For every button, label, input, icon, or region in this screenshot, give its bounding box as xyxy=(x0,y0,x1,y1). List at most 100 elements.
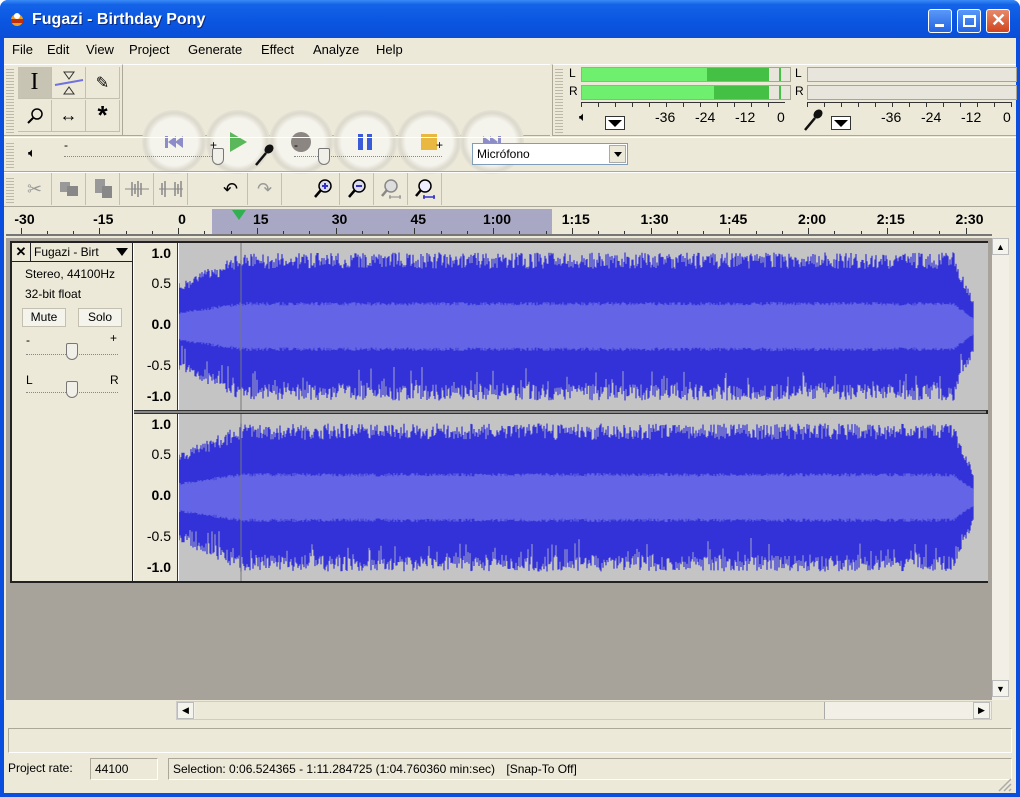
record-meter-menu-button[interactable] xyxy=(831,116,851,130)
ruler-tick xyxy=(624,231,626,234)
input-volume-slider[interactable] xyxy=(294,150,442,157)
track-name-menu[interactable]: Fugazi - Birt xyxy=(31,243,132,262)
playback-meter-right-rms xyxy=(582,86,714,99)
toolbar-grip[interactable] xyxy=(6,141,14,169)
copy-icon xyxy=(59,182,78,196)
trim-button[interactable] xyxy=(120,173,154,205)
scroll-down-button[interactable]: ▼ xyxy=(992,680,1009,697)
vscale-label: 0.0 xyxy=(151,487,171,503)
menu-analyze[interactable]: Analyze xyxy=(313,42,359,57)
timeline-ruler[interactable]: -30 -15 0 15 30 45 1:00 1:15 1:30 1:45 2:00 2:15 2:3… xyxy=(6,209,992,236)
undo-button[interactable]: ↶ xyxy=(214,173,248,205)
ruler-tick xyxy=(913,231,914,234)
chevron-down-icon xyxy=(613,151,622,157)
ruler-tick xyxy=(256,228,258,234)
track-panel: ✕ Fugazi - Birt Stereo, 44100Hz 32-bit f… xyxy=(6,238,992,700)
playback-scale-12: -12 xyxy=(735,109,756,125)
output-volume-thumb[interactable] xyxy=(212,148,224,165)
input-source-select[interactable]: Micrófono xyxy=(472,143,628,165)
menu-file[interactable]: File xyxy=(12,42,33,57)
selection-tool-button[interactable]: I xyxy=(18,67,52,99)
mute-button[interactable]: Mute xyxy=(22,308,66,327)
speaker-icon: 🔈︎ xyxy=(579,109,587,124)
selection-status: Selection: 0:06.524365 - 1:11.284725 (1:… xyxy=(168,758,1012,780)
minimize-button[interactable] xyxy=(928,9,952,33)
close-button[interactable]: ✕ xyxy=(986,9,1010,33)
left-channel-waveform[interactable] xyxy=(179,243,988,410)
solo-button[interactable]: Solo xyxy=(78,308,122,327)
ruler-tick xyxy=(204,231,206,234)
horizontal-scrollbar[interactable]: ◀ ▶ xyxy=(176,701,992,720)
gain-slider-thumb[interactable] xyxy=(66,343,78,360)
resize-grip-icon[interactable] xyxy=(994,774,1012,792)
copy-button[interactable] xyxy=(52,173,86,205)
close-icon: ✕ xyxy=(991,10,1007,30)
toolbar-grip[interactable] xyxy=(6,67,14,133)
multi-tool-button[interactable]: * xyxy=(86,100,120,132)
ruler-tick xyxy=(493,228,494,234)
record-scale-0: 0 xyxy=(1003,109,1011,125)
menu-help[interactable]: Help xyxy=(376,42,403,57)
track-format: Stereo, 44100Hz xyxy=(25,267,116,281)
record-meter-left[interactable] xyxy=(807,67,1017,82)
menu-view[interactable]: View xyxy=(86,42,114,57)
audacity-window: Fugazi - Birthday Pony ✕ File Edit View … xyxy=(0,0,1020,797)
record-meter-right[interactable] xyxy=(807,85,1017,100)
menu-generate[interactable]: Generate xyxy=(188,42,242,57)
toolbar-grip[interactable] xyxy=(6,176,14,204)
pan-left-label: L xyxy=(26,373,33,387)
horizontal-scroll-thumb[interactable] xyxy=(195,702,825,719)
vscale-label: -0.5 xyxy=(146,528,171,544)
menu-effect[interactable]: Effect xyxy=(261,42,294,57)
audio-track: ✕ Fugazi - Birt Stereo, 44100Hz 32-bit f… xyxy=(10,241,988,583)
ruler-label: 1:15 xyxy=(561,211,590,227)
arrow-left-icon: ◀ xyxy=(182,705,189,715)
waveform-rms xyxy=(179,472,974,523)
input-source-dropdown-button[interactable] xyxy=(609,145,626,163)
record-meter-label-l: L xyxy=(795,66,802,80)
redo-button[interactable]: ↷ xyxy=(248,173,282,205)
output-volume-slider[interactable] xyxy=(64,150,218,157)
ruler-tick xyxy=(545,231,547,234)
project-rate-field[interactable]: 44100 xyxy=(90,758,158,780)
draw-tool-button[interactable]: ✎ xyxy=(86,67,120,99)
maximize-button[interactable] xyxy=(957,9,981,33)
playback-meter-right[interactable] xyxy=(581,85,791,100)
menu-project[interactable]: Project xyxy=(129,42,169,57)
paste-icon xyxy=(94,179,112,198)
playback-meter-menu-button[interactable] xyxy=(605,116,625,130)
ruler-tick xyxy=(151,231,153,234)
zoom-tool-button[interactable] xyxy=(18,100,52,132)
ruler-tick xyxy=(230,231,232,234)
pan-slider-thumb[interactable] xyxy=(66,381,78,398)
zoom-in-button[interactable] xyxy=(306,173,340,205)
input-source-value: Micrófono xyxy=(477,147,530,161)
timeshift-tool-button[interactable]: ↔ xyxy=(52,100,86,132)
zoom-in-icon xyxy=(313,179,332,198)
right-channel-waveform[interactable] xyxy=(179,414,988,581)
toolbar-grip[interactable] xyxy=(555,67,563,133)
asterisk-icon: * xyxy=(97,100,108,130)
input-volume-thumb[interactable] xyxy=(317,148,330,165)
scroll-left-button[interactable]: ◀ xyxy=(177,702,194,719)
i-beam-icon: I xyxy=(30,69,39,95)
waveform-rms xyxy=(179,301,974,352)
zoom-out-button[interactable] xyxy=(340,173,374,205)
output-volume-icon: 🔈︎ xyxy=(28,145,36,160)
envelope-tool-button[interactable] xyxy=(52,67,86,99)
silence-button[interactable] xyxy=(154,173,188,205)
scroll-up-button[interactable]: ▲ xyxy=(992,238,1009,255)
pencil-icon: ✎ xyxy=(95,74,110,92)
menu-bar: File Edit View Project Generate Effect A… xyxy=(4,38,1016,62)
menu-edit[interactable]: Edit xyxy=(47,42,69,57)
paste-button[interactable] xyxy=(86,173,120,205)
cut-button[interactable]: ✂ xyxy=(18,173,52,205)
vertical-scrollbar[interactable]: ▲ ▼ xyxy=(992,238,1009,700)
playback-meter-left[interactable] xyxy=(581,67,791,82)
ruler-tick xyxy=(834,231,836,234)
fit-project-button[interactable] xyxy=(408,173,442,205)
track-close-button[interactable]: ✕ xyxy=(12,243,31,262)
status-message-area xyxy=(8,728,1012,753)
scroll-right-button[interactable]: ▶ xyxy=(973,702,990,719)
fit-selection-button[interactable] xyxy=(374,173,408,205)
